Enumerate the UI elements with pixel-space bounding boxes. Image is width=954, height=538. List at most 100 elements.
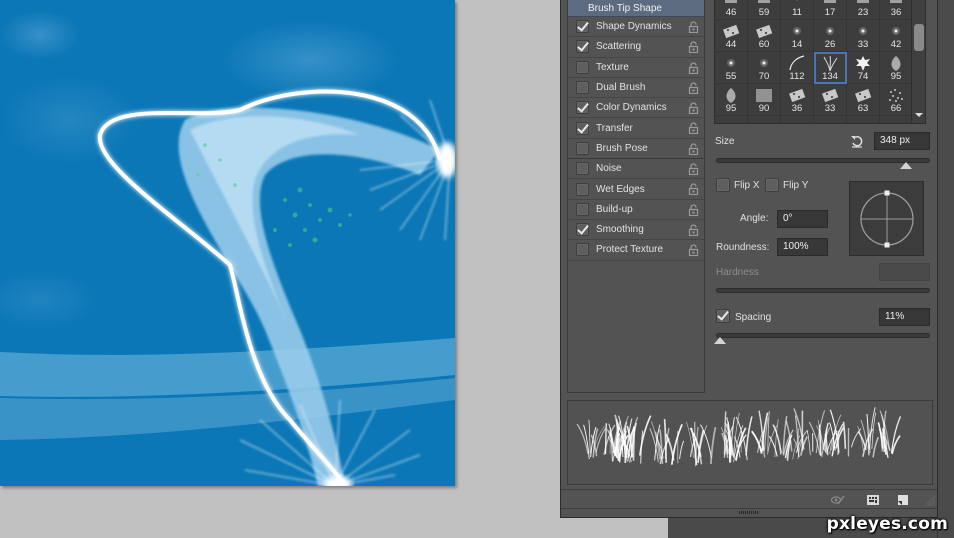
brush-tip-preset[interactable]: [781, 116, 814, 123]
brush-option-color-dynamics[interactable]: Color Dynamics: [568, 98, 704, 119]
size-slider[interactable]: [716, 158, 930, 163]
brush-option-protect-texture[interactable]: Protect Texture: [568, 240, 704, 261]
spacing-slider[interactable]: [716, 333, 930, 338]
spacing-input[interactable]: 11%: [879, 308, 930, 326]
brush-tip-preset[interactable]: [748, 116, 781, 123]
resize-grip-icon[interactable]: [923, 494, 937, 506]
brush-option-build-up[interactable]: Build-up: [568, 200, 704, 220]
brush-tip-scrollbar[interactable]: [912, 0, 926, 124]
size-input[interactable]: 348 px: [874, 132, 930, 150]
brush-tip-preset[interactable]: 70: [748, 52, 781, 84]
unlock-icon[interactable]: [688, 21, 699, 33]
brush-tip-preset[interactable]: 42: [880, 20, 911, 52]
brush-option-scattering[interactable]: Scattering: [568, 37, 704, 58]
panel-resize-handle[interactable]: [739, 511, 759, 514]
brush-tip-preset[interactable]: 17: [814, 0, 847, 20]
textured-brush-icon: [824, 0, 836, 3]
brush-tip-preset[interactable]: 60: [748, 20, 781, 52]
smoothing-checkbox[interactable]: [576, 223, 589, 237]
brush-tip-size: 33: [824, 103, 836, 114]
brush-tip-size: 36: [791, 103, 803, 114]
brush-tip-preset[interactable]: 36: [781, 84, 814, 116]
brush-tip-preset[interactable]: 95: [880, 52, 911, 84]
brush-option-noise[interactable]: Noise: [568, 159, 704, 180]
brush-tip-preset[interactable]: 90: [748, 84, 781, 116]
wet-edges-checkbox[interactable]: [576, 182, 589, 196]
brush-tip-preset[interactable]: [880, 116, 911, 123]
roundness-input[interactable]: 100%: [777, 238, 828, 256]
brush-tip-preset[interactable]: 63: [847, 84, 880, 116]
unlock-icon[interactable]: [688, 62, 699, 74]
brush-tip-preset[interactable]: 112: [781, 52, 814, 84]
flip-x-checkbox[interactable]: [716, 178, 730, 192]
brush-tip-preset[interactable]: [847, 116, 880, 123]
brush-tip-preset[interactable]: 95: [715, 84, 748, 116]
spacing-label: Spacing: [735, 312, 772, 323]
color-dynamics-checkbox[interactable]: [576, 101, 589, 115]
brush-tip-preset[interactable]: 44: [715, 20, 748, 52]
unlock-icon[interactable]: [688, 163, 699, 176]
brush-tip-preset[interactable]: 26: [814, 20, 847, 52]
protect-texture-checkbox[interactable]: [576, 243, 589, 257]
brush-stroke-preview: [567, 400, 933, 485]
unlock-icon[interactable]: [688, 244, 699, 257]
brush-tip-preset[interactable]: [814, 116, 847, 123]
angle-roundness-widget[interactable]: [849, 181, 924, 256]
brush-grid-icon[interactable]: [866, 494, 880, 506]
brush-tip-preset[interactable]: 74: [847, 52, 880, 84]
angle-input[interactable]: 0°: [777, 210, 828, 228]
leaf-brush-icon: [726, 88, 736, 103]
brush-tip-preset[interactable]: [715, 116, 748, 123]
brush-option-shape-dynamics[interactable]: Shape Dynamics: [568, 17, 704, 38]
reset-size-icon[interactable]: [850, 134, 864, 148]
unlock-icon[interactable]: [688, 224, 699, 236]
scroll-down-arrow-icon[interactable]: [915, 113, 923, 117]
brush-option-texture[interactable]: Texture: [568, 58, 704, 78]
spacing-checkbox[interactable]: [716, 309, 730, 323]
brush-tip-preset[interactable]: 66: [880, 84, 911, 116]
build-up-checkbox[interactable]: [576, 202, 589, 216]
noise-brush-icon: [756, 89, 772, 102]
brush-pose-checkbox[interactable]: [576, 141, 589, 155]
unlock-icon[interactable]: [688, 143, 699, 155]
toggle-live-tip-icon[interactable]: [831, 494, 845, 506]
unlock-icon[interactable]: [688, 41, 699, 54]
brush-option-smoothing[interactable]: Smoothing: [568, 220, 704, 241]
unlock-icon[interactable]: [688, 183, 699, 196]
unlock-icon[interactable]: [688, 82, 699, 94]
brush-option-transfer[interactable]: Transfer: [568, 118, 704, 139]
new-preset-icon[interactable]: [896, 494, 910, 506]
noise-checkbox[interactable]: [576, 162, 589, 176]
shape-dynamics-checkbox[interactable]: [576, 20, 589, 34]
brush-tip-preset[interactable]: 59: [748, 0, 781, 20]
spacing-slider-thumb[interactable]: [714, 337, 727, 344]
unlock-icon[interactable]: [688, 122, 699, 135]
brush-tip-preset[interactable]: 55: [715, 52, 748, 84]
document-canvas[interactable]: [0, 0, 455, 486]
unlock-icon[interactable]: [688, 204, 699, 216]
brush-tip-preset[interactable]: 36: [880, 0, 911, 20]
size-slider-thumb[interactable]: [900, 162, 913, 169]
brush-tip-preset[interactable]: 11: [781, 0, 814, 20]
chunk-brush-icon: [789, 88, 806, 103]
brush-option-dual-brush[interactable]: Dual Brush: [568, 78, 704, 99]
unlock-icon[interactable]: [688, 102, 699, 115]
brush-tip-preset[interactable]: 23: [847, 0, 880, 20]
brush-option-brush-tip-shape[interactable]: Brush Tip Shape: [568, 0, 704, 17]
brush-tip-preset[interactable]: 46: [715, 0, 748, 20]
dual-brush-checkbox[interactable]: [576, 81, 589, 95]
transfer-checkbox[interactable]: [576, 121, 589, 135]
brush-tip-preset[interactable]: 33: [847, 20, 880, 52]
roundness-handle-bottom[interactable]: [884, 242, 890, 248]
brush-tip-preset[interactable]: 14: [781, 20, 814, 52]
brush-option-wet-edges[interactable]: Wet Edges: [568, 179, 704, 200]
brush-tip-preset[interactable]: 134: [814, 52, 847, 84]
scattering-checkbox[interactable]: [576, 40, 589, 54]
scrollbar-thumb[interactable]: [914, 24, 924, 51]
flip-y-checkbox[interactable]: [765, 178, 779, 192]
brush-option-brush-pose[interactable]: Brush Pose: [568, 139, 704, 160]
panel-footer: [561, 489, 937, 509]
brush-tip-preset[interactable]: 33: [814, 84, 847, 116]
texture-checkbox[interactable]: [576, 60, 589, 74]
roundness-handle-top[interactable]: [884, 190, 890, 196]
